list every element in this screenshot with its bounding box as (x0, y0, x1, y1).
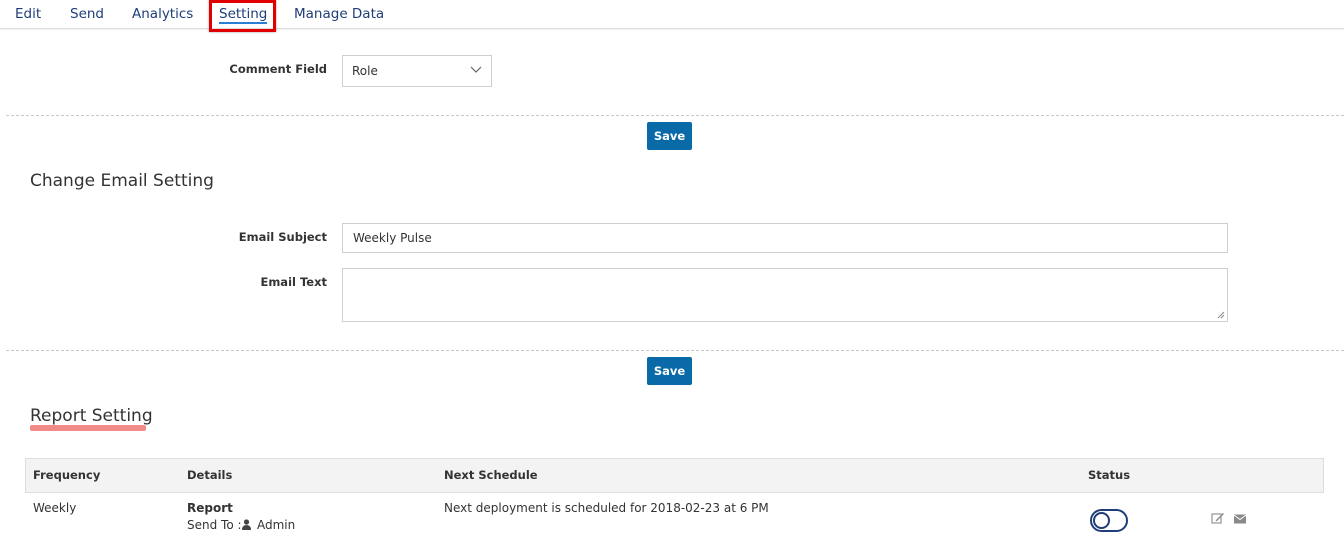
row-send-to-label: Send To : (187, 518, 242, 532)
tab-send[interactable]: Send (70, 6, 104, 22)
row-details-title: Report (187, 501, 233, 515)
col-next-schedule: Next Schedule (444, 468, 538, 482)
save-email-button[interactable]: Save (647, 357, 692, 385)
tab-edit[interactable]: Edit (15, 6, 41, 22)
row-send-to-value: Admin (257, 518, 296, 532)
col-frequency: Frequency (33, 468, 101, 482)
email-subject-label: Email Subject (238, 230, 327, 244)
section-divider (6, 115, 1344, 116)
chevron-down-icon (470, 66, 482, 73)
col-details: Details (187, 468, 233, 482)
title-underline (30, 425, 146, 431)
row-frequency: Weekly (33, 501, 77, 515)
email-subject-value: Weekly Pulse (353, 231, 432, 245)
save-comment-button[interactable]: Save (647, 122, 692, 150)
comment-field-select[interactable]: Role (342, 55, 492, 87)
top-nav: Edit Send Analytics Setting Manage Data (0, 0, 1344, 29)
row-next-schedule: Next deployment is scheduled for 2018-02… (444, 501, 769, 515)
section-divider (6, 350, 1344, 351)
tab-manage-data[interactable]: Manage Data (294, 6, 384, 22)
report-setting-title: Report Setting (30, 406, 153, 426)
email-subject-input[interactable]: Weekly Pulse (342, 223, 1228, 253)
resize-grip-icon[interactable] (1217, 311, 1225, 319)
email-text-label: Email Text (260, 275, 327, 289)
envelope-icon[interactable] (1233, 513, 1247, 525)
email-text-textarea[interactable] (342, 268, 1228, 322)
toggle-knob (1093, 512, 1110, 529)
edit-icon[interactable] (1211, 512, 1225, 524)
col-status: Status (1088, 468, 1131, 482)
comment-field-value: Role (352, 64, 378, 78)
status-toggle[interactable] (1090, 509, 1128, 532)
user-icon (242, 519, 251, 530)
tab-analytics[interactable]: Analytics (132, 6, 193, 22)
report-table-header: Frequency Details Next Schedule Status (25, 458, 1324, 493)
comment-field-label: Comment Field (229, 62, 327, 76)
email-setting-title: Change Email Setting (30, 171, 214, 191)
active-tab-highlight (209, 0, 276, 32)
